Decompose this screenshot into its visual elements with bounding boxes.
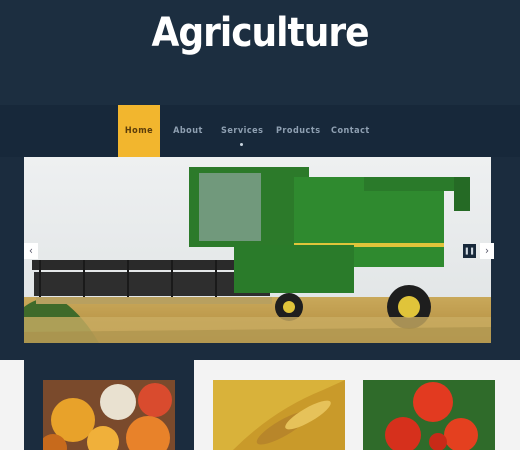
slider-pause-button[interactable]: ❚❚ bbox=[463, 244, 476, 258]
site-title[interactable]: Agriculture bbox=[0, 10, 520, 56]
hero-slider[interactable] bbox=[24, 157, 491, 343]
pause-icon: ❚❚ bbox=[464, 247, 475, 255]
wheat-image bbox=[213, 380, 345, 450]
slider-prev-button[interactable]: ‹ bbox=[24, 243, 38, 259]
thumbnail-pumpkins[interactable] bbox=[43, 380, 175, 450]
nav-indicator-dot bbox=[240, 143, 243, 146]
nav-item-products[interactable]: Products bbox=[276, 105, 320, 157]
chevron-right-icon: › bbox=[485, 244, 489, 257]
nav-item-about-us[interactable]: About Us bbox=[166, 105, 210, 188]
nav-item-contact[interactable]: Contact bbox=[331, 105, 369, 157]
slider-next-button[interactable]: › bbox=[480, 243, 494, 259]
nav-item-home[interactable]: Home bbox=[118, 105, 160, 157]
chevron-left-icon: ‹ bbox=[29, 244, 33, 257]
thumbnail-tomatoes[interactable] bbox=[363, 380, 495, 450]
main-nav: Home About Us Services Products Contact bbox=[0, 105, 520, 188]
header: Agriculture bbox=[0, 0, 520, 105]
pumpkins-image bbox=[43, 380, 175, 450]
thumbnail-wheat[interactable] bbox=[213, 380, 345, 450]
tomatoes-image bbox=[363, 380, 495, 450]
combine-harvester-image bbox=[24, 157, 491, 343]
nav-item-services[interactable]: Services bbox=[221, 105, 263, 157]
